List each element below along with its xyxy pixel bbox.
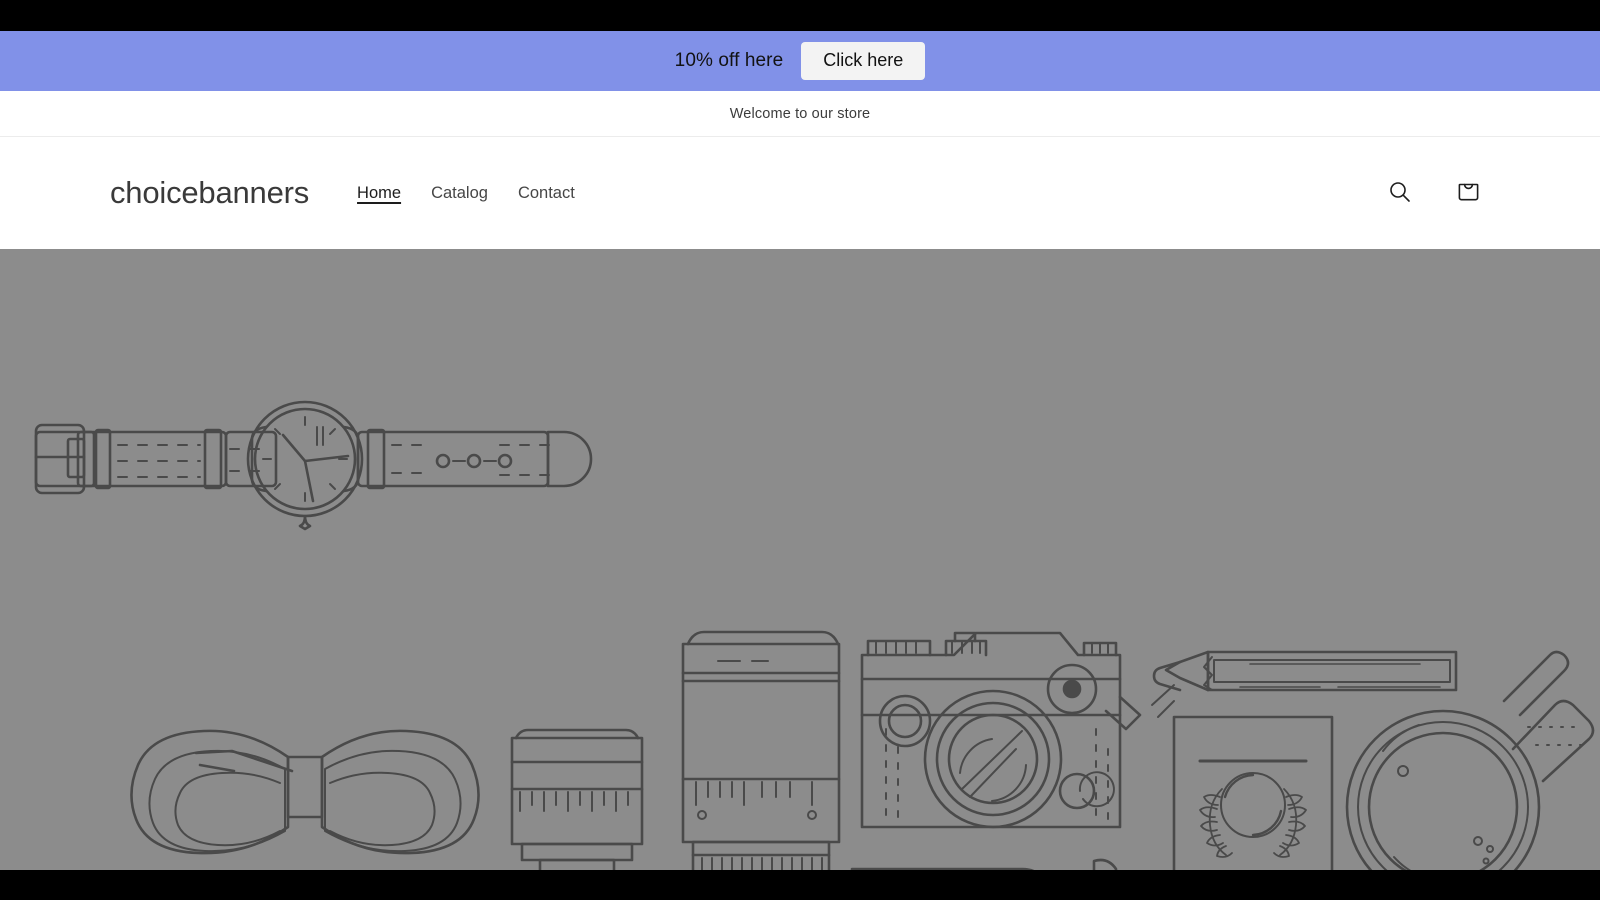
main-navigation: Home Catalog Contact bbox=[357, 181, 575, 206]
hero-illustration bbox=[0, 249, 1600, 870]
nav-item-home[interactable]: Home bbox=[357, 181, 401, 206]
announcement-text: 10% off here bbox=[674, 50, 784, 71]
shopping-bag-icon bbox=[1455, 178, 1482, 208]
browser-top-bar bbox=[0, 0, 1600, 31]
nav-item-catalog[interactable]: Catalog bbox=[431, 181, 488, 206]
announcement-bar: 10% off here Click here bbox=[0, 31, 1600, 91]
nav-item-contact[interactable]: Contact bbox=[518, 181, 575, 206]
page-content: 10% off here Click here Welcome to our s… bbox=[0, 31, 1600, 870]
search-button[interactable] bbox=[1378, 171, 1422, 215]
brand-logo[interactable]: choicebanners bbox=[110, 175, 309, 211]
welcome-text: Welcome to our store bbox=[729, 105, 871, 122]
browser-bottom-bar bbox=[0, 870, 1600, 900]
announcement-click-here-button[interactable]: Click here bbox=[801, 42, 926, 80]
welcome-bar: Welcome to our store bbox=[0, 91, 1600, 137]
search-icon bbox=[1387, 179, 1413, 208]
hero-banner: Image banner bbox=[0, 249, 1600, 870]
header-actions bbox=[1378, 171, 1490, 215]
site-header: choicebanners Home Catalog Contact bbox=[0, 137, 1600, 249]
browser-viewport: 10% off here Click here Welcome to our s… bbox=[0, 0, 1600, 900]
cart-button[interactable] bbox=[1446, 171, 1490, 215]
